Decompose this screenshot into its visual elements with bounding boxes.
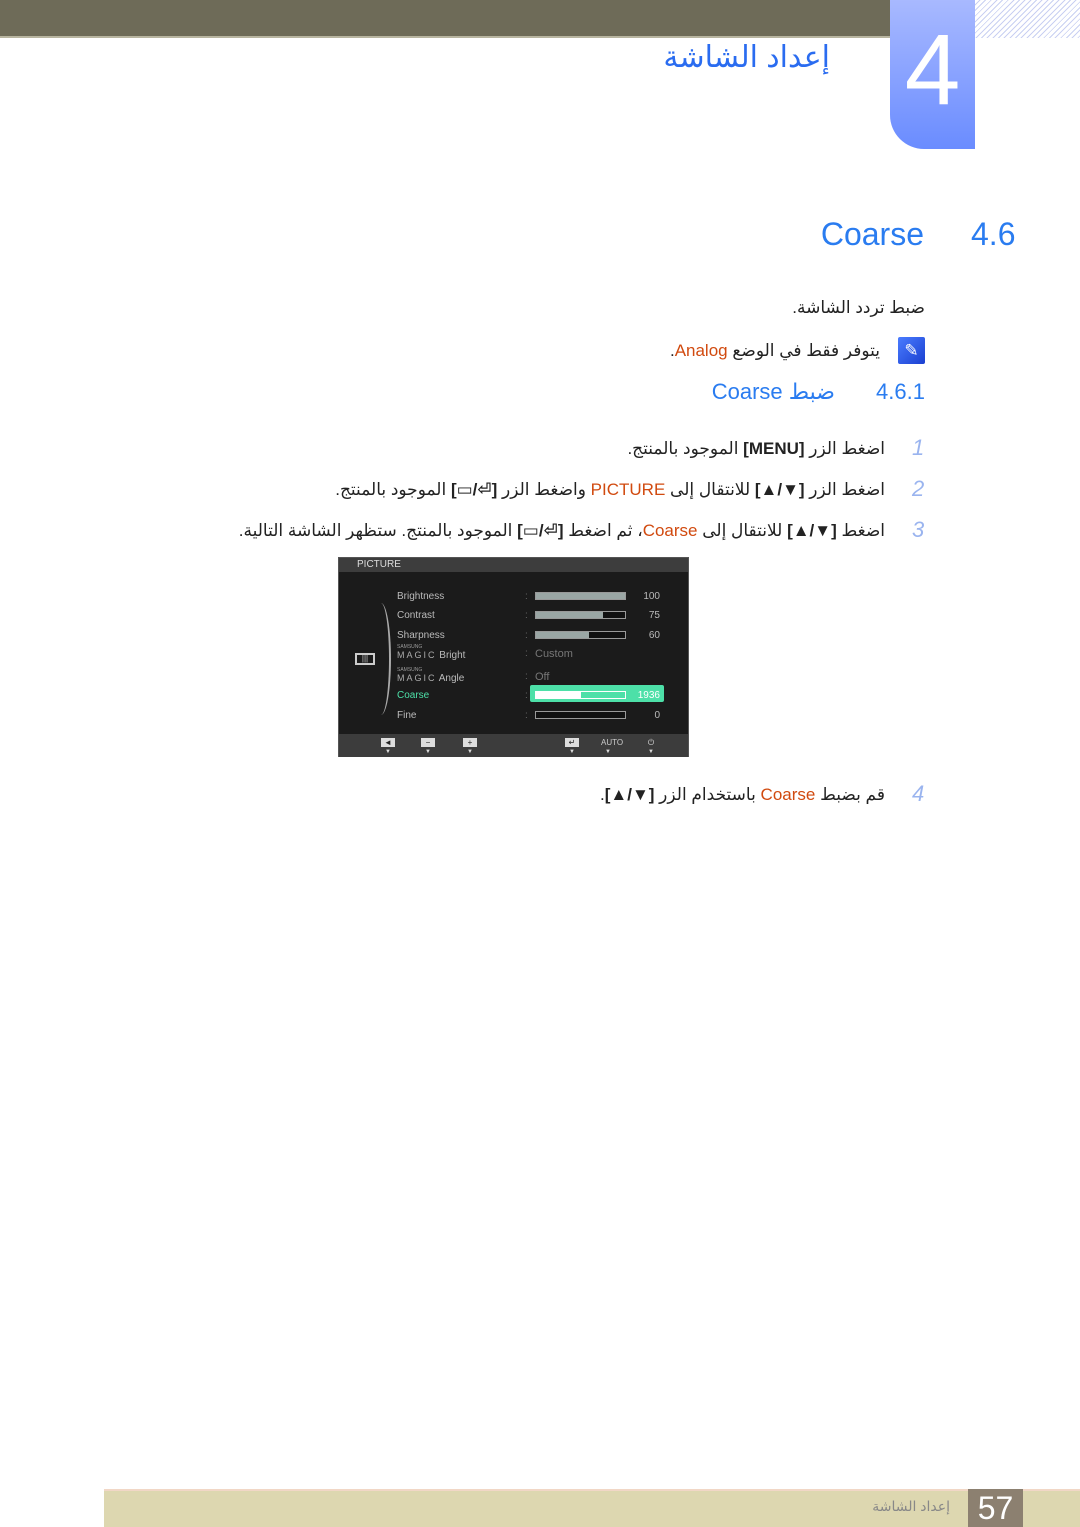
text-segment: واضغط الزر [497, 480, 591, 499]
button-key-label: [⏎/▭] [450, 480, 498, 499]
text-segment: ، ثم اضغط [563, 521, 643, 540]
osd-row-value: 75 [648, 610, 660, 621]
value-slider[interactable] [535, 711, 626, 719]
text-segment: اضغط الزر [804, 480, 885, 499]
step-text: قم بضبط Coarse باستخدام الزر [▼/▲]. [600, 785, 885, 805]
osd-row-value: 0 [654, 710, 660, 721]
text-segment: اضغط الزر [804, 439, 885, 458]
highlighted-term: PICTURE [590, 480, 666, 499]
colon: : [525, 710, 528, 721]
osd-row-label[interactable]: Fine [397, 710, 416, 721]
subsection-number: 4.6.1 [876, 379, 925, 404]
down-arrow-icon: ▼ [467, 749, 473, 755]
section-title: Coarse [820, 216, 924, 252]
label: Bright [439, 650, 466, 661]
osd-row-value: 60 [648, 630, 660, 641]
text-segment: للانتقال إلى [665, 480, 755, 499]
page-number: 57 [968, 1489, 1023, 1527]
value-slider[interactable] [535, 631, 626, 639]
text-segment: اضغط [836, 521, 885, 540]
colon: : [525, 690, 528, 701]
step-text: اضغط [▼/▲] للانتقال إلى Coarse، ثم اضغط … [239, 521, 885, 541]
button-key-label: [▼/▲] [754, 480, 805, 499]
highlighted-term: Analog [674, 341, 728, 360]
osd-row-value: 100 [643, 591, 660, 602]
footer-chapter-title: إعداد الشاشة [872, 1498, 950, 1514]
button-key-label: [▼/▲] [787, 521, 837, 540]
step-number: 4 [912, 781, 925, 806]
osd-title: PICTURE [339, 558, 688, 572]
magic-logo: MAGIC [397, 673, 437, 683]
colon: : [525, 610, 528, 621]
step-number: 3 [912, 517, 925, 542]
highlighted-term: Coarse [642, 521, 698, 540]
enter-icon[interactable]: ↵ [565, 738, 579, 747]
step-text: اضغط الزر [▼/▲] للانتقال إلى PICTURE واض… [335, 480, 885, 500]
osd-row-label[interactable]: SAMSUNG MAGIC Bright [397, 645, 466, 662]
osd-row-value: 1936 [637, 690, 660, 701]
section-description: ضبط تردد الشاشة. [792, 298, 925, 317]
osd-button-bar: ◄ ▼ − ▼ + ▼ ↵ ▼ AUTO ▼ ⏻ ▼ [339, 734, 688, 757]
step-number: 2 [912, 476, 925, 501]
osd-screenshot: PICTURE ||| Brightness:100 Contrast:75 Sha… [338, 557, 689, 757]
minus-icon[interactable]: − [421, 738, 435, 747]
left-arrow-icon[interactable]: ◄ [381, 738, 395, 747]
down-arrow-icon: ▼ [425, 749, 431, 755]
osd-row-label[interactable]: Coarse [397, 690, 429, 701]
osd-row-value: Off [535, 671, 550, 683]
label: Angle [438, 673, 465, 684]
down-arrow-icon: ▼ [648, 749, 654, 755]
note-pencil-icon: ✎ [898, 337, 925, 364]
step-number: 1 [912, 435, 925, 460]
chapter-number-badge: 4 [890, 0, 975, 149]
magic-logo: MAGIC [397, 650, 437, 660]
value-slider[interactable] [535, 611, 626, 619]
button-key-label: [MENU] [743, 439, 805, 458]
text-segment: الموجود بالمنتج. [335, 480, 451, 499]
text-segment: الموجود بالمنتج. ستظهر الشاشة التالية. [238, 521, 518, 540]
colon: : [525, 630, 528, 641]
button-key-label: [▼/▲] [604, 785, 655, 804]
text-segment: يتوفر فقط في الوضع [727, 341, 880, 360]
power-icon[interactable]: ⏻ [644, 738, 658, 747]
down-arrow-icon: ▼ [569, 749, 575, 755]
osd-row-label[interactable]: Brightness [397, 591, 444, 602]
hatch-decoration [975, 0, 1080, 38]
note-text: يتوفر فقط في الوضع Analog. [670, 341, 880, 361]
colon: : [525, 671, 528, 682]
osd-row-value: Custom [535, 648, 573, 660]
down-arrow-icon: ▼ [605, 749, 611, 755]
colon: : [525, 648, 528, 659]
colon: : [525, 591, 528, 602]
osd-row-label[interactable]: Sharpness [397, 630, 445, 641]
text-segment: للانتقال إلى [697, 521, 788, 540]
osd-row-label[interactable]: Contrast [397, 610, 435, 621]
plus-icon[interactable]: + [463, 738, 477, 747]
text-segment: قم بضبط [815, 785, 885, 804]
value-slider[interactable] [535, 592, 626, 600]
auto-button[interactable]: AUTO [601, 738, 623, 747]
menu-arc-decoration [371, 603, 391, 715]
text-segment: الموجود بالمنتج. [627, 439, 744, 458]
top-banner [0, 0, 890, 38]
section-number: 4.6 [971, 216, 1016, 252]
subsection-title: ضبط Coarse [711, 379, 835, 404]
button-key-label: [⏎/▭] [517, 521, 564, 540]
down-arrow-icon: ▼ [385, 749, 391, 755]
chapter-title: إعداد الشاشة [663, 41, 830, 74]
step-text: اضغط الزر [MENU] الموجود بالمنتج. [627, 439, 885, 459]
text-segment: باستخدام الزر [654, 785, 761, 804]
value-slider[interactable] [535, 691, 626, 699]
osd-row-label[interactable]: SAMSUNG MAGIC Angle [397, 668, 465, 685]
highlighted-term: Coarse [760, 785, 816, 804]
